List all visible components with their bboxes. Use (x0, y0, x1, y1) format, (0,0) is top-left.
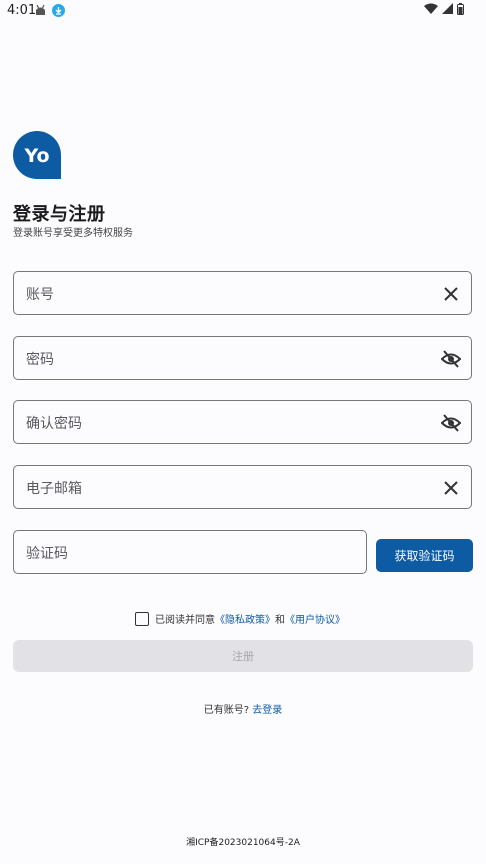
status-right-icons (424, 3, 464, 15)
agreement-row: 已阅读并同意 《隐私政策》 和 《用户协议》 (135, 611, 345, 626)
user-agreement-link[interactable]: 《用户协议》 (285, 611, 345, 626)
get-code-button[interactable]: 获取验证码 (376, 539, 473, 572)
battery-icon (457, 3, 464, 15)
email-field[interactable]: 电子邮箱 (13, 465, 472, 509)
clear-icon[interactable] (441, 284, 461, 304)
status-time: 4:01 (7, 3, 37, 18)
password-field[interactable]: 密码 (13, 336, 472, 380)
visibility-off-icon[interactable] (441, 349, 461, 369)
page-subtitle: 登录账号享受更多特权服务 (13, 228, 133, 239)
status-bar: 4:01 (0, 0, 486, 22)
download-icon (52, 4, 65, 17)
confirm-password-field[interactable]: 确认密码 (13, 400, 472, 444)
account-label: 账号 (26, 287, 54, 303)
privacy-policy-link[interactable]: 《隐私政策》 (215, 611, 275, 626)
agreement-prefix: 已阅读并同意 (155, 615, 215, 626)
wifi-icon (424, 3, 438, 14)
visibility-off-icon[interactable] (441, 413, 461, 433)
verification-code-field[interactable]: 验证码 (13, 530, 367, 574)
password-label: 密码 (26, 352, 54, 368)
svg-text:Yo: Yo (23, 145, 49, 167)
account-field[interactable]: 账号 (13, 271, 472, 315)
verification-code-label: 验证码 (26, 546, 68, 562)
register-button[interactable]: 注册 (13, 640, 473, 672)
icp-footer: 湘ICP备2023021064号-2A (186, 838, 300, 848)
confirm-password-label: 确认密码 (26, 416, 82, 432)
clear-icon[interactable] (441, 478, 461, 498)
go-login-link[interactable]: 去登录 (252, 705, 282, 716)
page-title: 登录与注册 (13, 204, 106, 225)
app-logo: Yo (13, 131, 61, 179)
android-icon (36, 4, 45, 15)
agreement-checkbox[interactable] (135, 611, 149, 626)
login-prompt-text: 已有账号? (203, 705, 250, 716)
email-label: 电子邮箱 (26, 481, 82, 497)
login-prompt: 已有账号? 去登录 (0, 701, 486, 716)
signal-icon (442, 3, 453, 14)
agreement-and: 和 (275, 615, 285, 626)
